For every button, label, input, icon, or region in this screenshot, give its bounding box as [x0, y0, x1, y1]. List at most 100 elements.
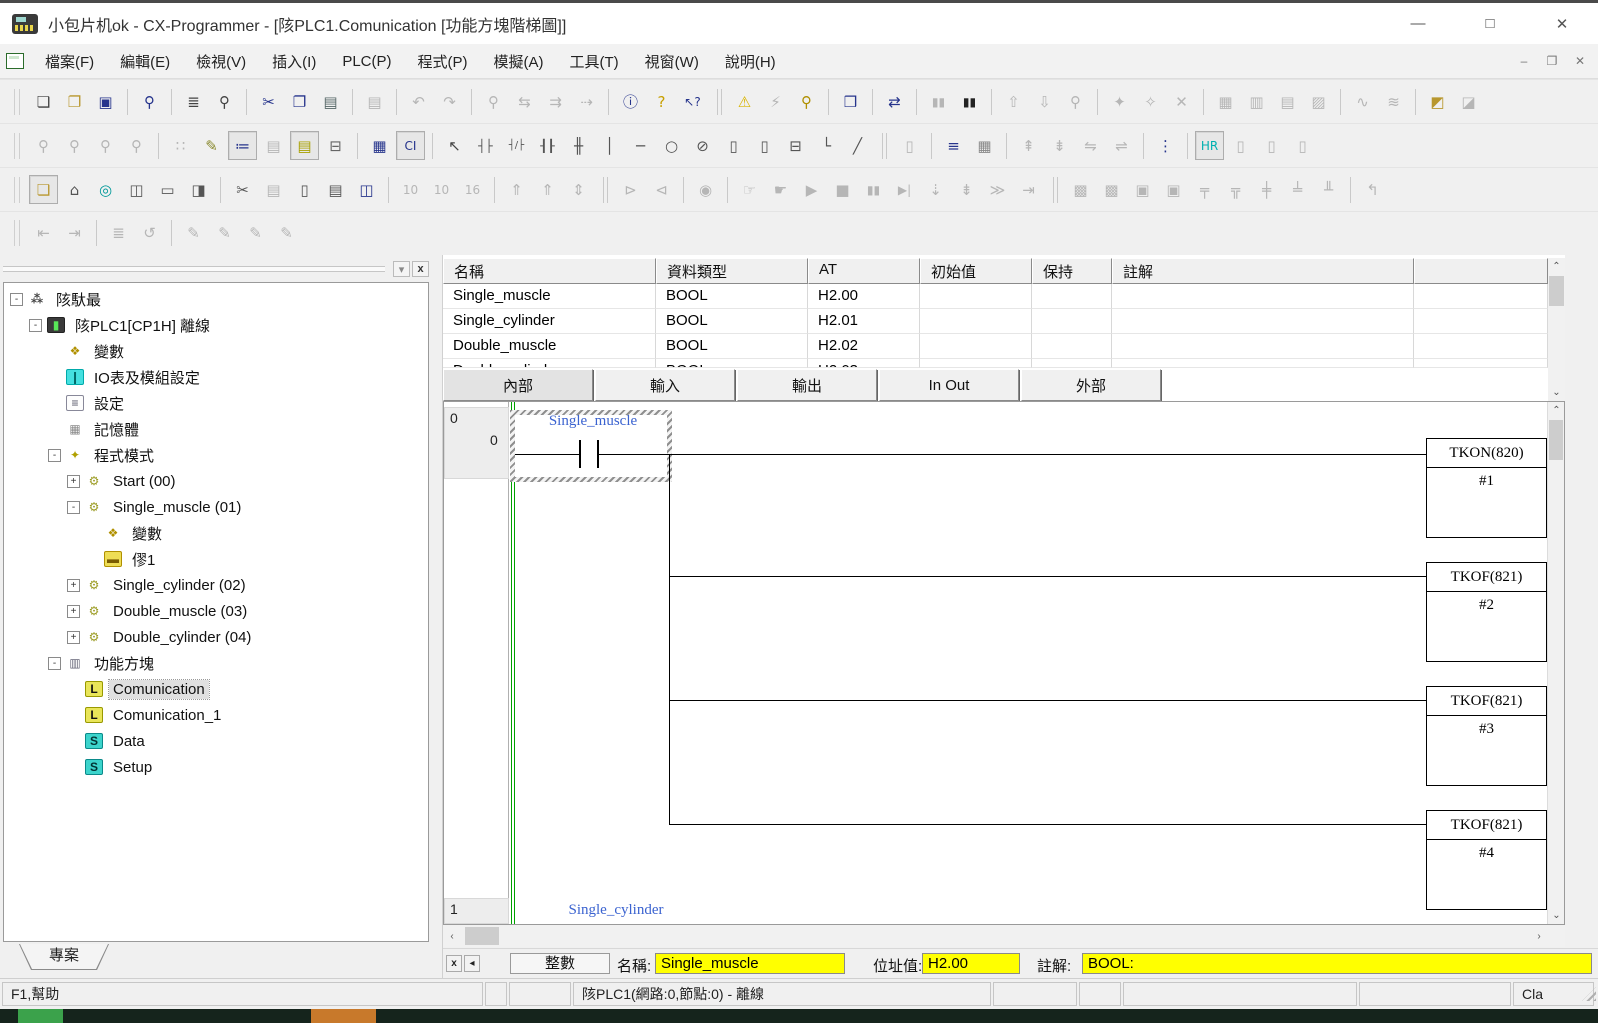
diff-trace-icon[interactable]: ╨ [1314, 175, 1343, 204]
cell-retain[interactable] [1032, 359, 1112, 368]
cell-name[interactable]: Single_muscle [443, 284, 656, 309]
menu-program[interactable]: 程式(P) [405, 44, 481, 78]
zoom-custom-icon[interactable]: ⚲ [60, 131, 89, 160]
cell-at[interactable]: H2.01 [808, 309, 920, 334]
pulse-trace-icon[interactable]: ∿ [1348, 87, 1377, 116]
window-cascade-icon[interactable]: ❏ [29, 175, 58, 204]
save-project-icon[interactable]: ▣ [91, 87, 120, 116]
signed-decimal-10-icon[interactable]: 10 [427, 175, 456, 204]
mdi-minimize-icon[interactable]: – [1510, 49, 1538, 73]
block-list-icon[interactable]: ⋮ [1151, 131, 1180, 160]
window-watch-icon[interactable]: ◎ [91, 175, 120, 204]
collapse-icon[interactable]: - [67, 501, 80, 514]
col-comment[interactable]: 註解 [1112, 258, 1414, 284]
mdi-restore-icon[interactable]: ❐ [1538, 49, 1566, 73]
align-list-icon[interactable]: ≣ [104, 218, 133, 247]
panel-close-icon[interactable]: x [412, 261, 429, 277]
io-table-1-icon[interactable]: ▦ [1211, 87, 1240, 116]
io-comment-icon[interactable]: ▤ [259, 175, 288, 204]
maximize-icon[interactable]: □ [1454, 5, 1526, 43]
ci-view-icon[interactable]: CI [396, 131, 425, 160]
tree-item--plc1-cp1h-[interactable]: -▮陔PLC1[CP1H] 離線 [4, 312, 428, 338]
cut-icon[interactable]: ✂ [254, 87, 283, 116]
print-preview-icon[interactable]: ⚲ [210, 87, 239, 116]
instruction-block-tkof[interactable]: TKOF(821) #3 [1426, 686, 1547, 786]
memory-sheet-icon[interactable]: ▤ [321, 175, 350, 204]
mnemonics-icon[interactable]: ⊟ [321, 131, 350, 160]
cell-name[interactable]: Double_cylinder [443, 359, 656, 368]
force-off-icon[interactable]: ⇑ [533, 175, 562, 204]
contact-label[interactable]: Single_muscle [516, 413, 670, 430]
outdent-rung-icon[interactable]: ⇤ [29, 218, 58, 247]
monitor-io-icon[interactable]: ▤ [259, 131, 288, 160]
name-field[interactable]: Single_muscle [655, 953, 845, 974]
scroll-left-icon[interactable]: ‹ [443, 925, 461, 947]
cell-datatype[interactable]: BOOL [656, 334, 808, 359]
cell-retain[interactable] [1032, 334, 1112, 359]
edit-down-icon[interactable]: ⇟ [1045, 131, 1074, 160]
tree-item--[interactable]: ▦記憶體 [4, 416, 428, 442]
scroll-thumb[interactable] [1549, 276, 1564, 306]
ladder-vscrollbar[interactable]: ⌃ ⌄ [1547, 402, 1564, 924]
force-set-icon[interactable]: ▣ [1128, 175, 1157, 204]
context-help-icon[interactable]: ↖? [678, 87, 707, 116]
instruction-block-tkof[interactable]: TKOF(821) #2 [1426, 562, 1547, 662]
scroll-up-icon[interactable]: ⌃ [1548, 258, 1565, 275]
collapse-icon[interactable]: - [48, 657, 61, 670]
cancel-edit-icon[interactable]: ✕ [1167, 87, 1196, 116]
select-tool-icon[interactable]: ↖ [440, 131, 469, 160]
pen-undo-icon[interactable]: ✎ [210, 218, 239, 247]
expand-icon[interactable]: + [67, 605, 80, 618]
find-replace-icon[interactable]: ⇆ [510, 87, 539, 116]
io-table-2-icon[interactable]: ▥ [1242, 87, 1271, 116]
pause-sim-icon[interactable]: ▮▮ [859, 175, 888, 204]
new-or-contact-icon[interactable]: ┨┠ [533, 131, 562, 160]
print-icon[interactable]: ≣ [179, 87, 208, 116]
tree-item--[interactable]: ❖變數 [4, 520, 428, 546]
force-cancel-icon[interactable]: ⇕ [564, 175, 593, 204]
new-coil-icon[interactable]: ○ [657, 131, 686, 160]
ladder-page-icon[interactable]: ▯ [290, 175, 319, 204]
io-table-3-icon[interactable]: ▤ [1273, 87, 1302, 116]
tree-item--[interactable]: -✦程式模式 [4, 442, 428, 468]
indent-rung-icon[interactable]: ⇥ [60, 218, 89, 247]
monitor-ref-icon[interactable]: ◉ [691, 175, 720, 204]
pen-icon[interactable]: ✎ [179, 218, 208, 247]
set-bit-icon[interactable]: ▩ [1066, 175, 1095, 204]
mode-box[interactable]: 整數 [510, 953, 610, 974]
panel-drag-handle[interactable] [3, 266, 385, 272]
expand-icon[interactable]: + [67, 579, 80, 592]
tab-inout[interactable]: In Out [879, 369, 1019, 401]
diff-monitor-icon[interactable]: ╧ [1283, 175, 1312, 204]
reset-bit-icon[interactable]: ▩ [1097, 175, 1126, 204]
cell-retain[interactable] [1032, 309, 1112, 334]
cell-comment[interactable] [1112, 334, 1414, 359]
table-row-partial[interactable]: Double_cylinder BOOL H2.03 [443, 359, 1548, 368]
transfer-program-icon[interactable]: ⊳ [616, 175, 645, 204]
diff-down-icon[interactable]: ╦ [1221, 175, 1250, 204]
password-icon[interactable]: ◪ [1454, 87, 1483, 116]
instruction-param[interactable]: #2 [1427, 592, 1546, 618]
force-reset-icon[interactable]: ▣ [1159, 175, 1188, 204]
minimize-icon[interactable]: — [1382, 5, 1454, 43]
vertical-line-icon[interactable]: │ [595, 131, 624, 160]
tree-item--[interactable]: -▥功能方塊 [4, 650, 428, 676]
panel-dropdown-icon[interactable]: ▾ [393, 261, 410, 277]
stop-icon[interactable]: ■ [828, 175, 857, 204]
reset-columns-icon[interactable]: ↺ [135, 218, 164, 247]
tree-item--1[interactable]: ▬僇1 [4, 546, 428, 572]
cell-initial[interactable] [920, 309, 1032, 334]
tree-item-single_cylinder-02-[interactable]: +⚙Single_cylinder (02) [4, 572, 428, 598]
menu-file[interactable]: 檔案(F) [32, 44, 107, 78]
cell-at[interactable]: H2.03 [808, 359, 920, 368]
cell-initial[interactable] [920, 359, 1032, 368]
cell-comment[interactable] [1112, 359, 1414, 368]
diff-up-icon[interactable]: ╤ [1190, 175, 1219, 204]
change-all-icon[interactable]: ⇢ [572, 87, 601, 116]
redo-icon[interactable]: ↷ [435, 87, 464, 116]
step-in-icon[interactable]: ⇣ [921, 175, 950, 204]
back-icon[interactable]: ◂ [464, 955, 480, 972]
tree-item-double_muscle-03-[interactable]: +⚙Double_muscle (03) [4, 598, 428, 624]
pause-icon[interactable]: ▮▮ [955, 87, 984, 116]
time-chart-icon[interactable]: ≋ [1379, 87, 1408, 116]
